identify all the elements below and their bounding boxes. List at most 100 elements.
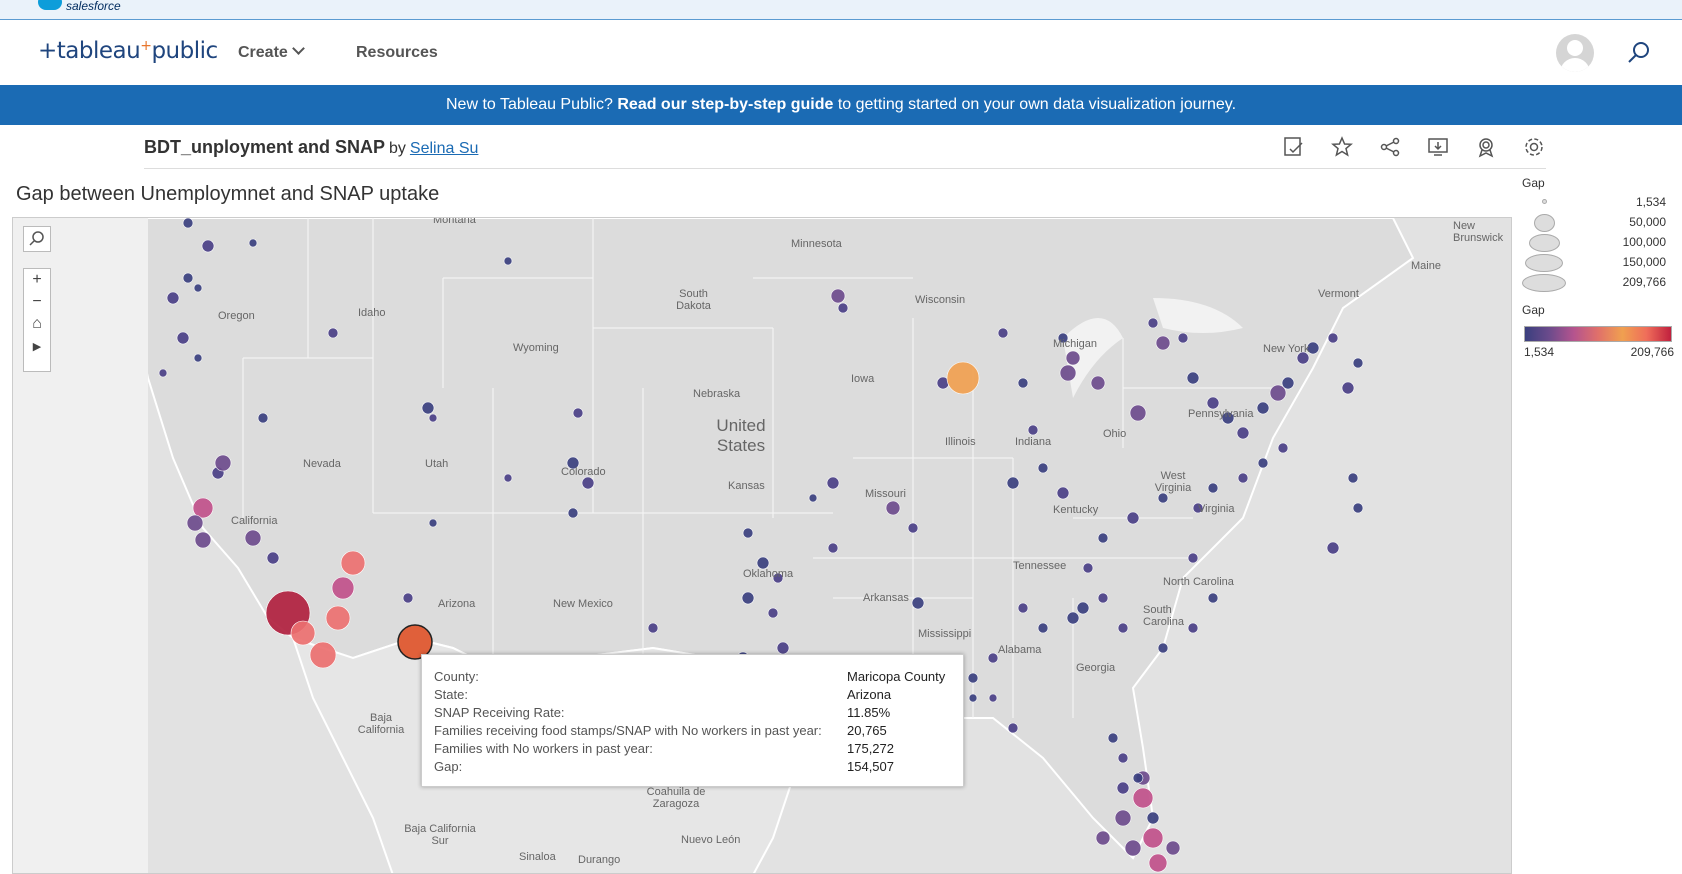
county-circle[interactable] bbox=[428, 518, 438, 528]
county-circle[interactable] bbox=[182, 218, 194, 229]
county-circle[interactable] bbox=[1114, 809, 1132, 827]
county-circle[interactable] bbox=[194, 531, 212, 549]
county-circle[interactable] bbox=[742, 527, 754, 539]
county-circle[interactable] bbox=[1327, 332, 1339, 344]
county-circle[interactable] bbox=[1095, 830, 1111, 846]
county-circle[interactable] bbox=[257, 412, 269, 424]
county-circle[interactable] bbox=[176, 331, 190, 345]
zoom-out-button[interactable]: − bbox=[24, 291, 50, 313]
award-icon[interactable] bbox=[1474, 135, 1498, 159]
county-circle[interactable] bbox=[1347, 472, 1359, 484]
county-circle[interactable] bbox=[428, 413, 438, 423]
county-circle[interactable] bbox=[309, 641, 337, 669]
county-circle[interactable] bbox=[1107, 732, 1119, 744]
county-circle[interactable] bbox=[402, 592, 414, 604]
county-circle[interactable] bbox=[1186, 371, 1200, 385]
county-circle[interactable] bbox=[1037, 462, 1049, 474]
county-circle[interactable] bbox=[1117, 752, 1129, 764]
zoom-in-button[interactable]: + bbox=[24, 269, 50, 291]
county-circle[interactable] bbox=[1126, 511, 1140, 525]
download-icon[interactable] bbox=[1426, 135, 1450, 159]
county-circle[interactable] bbox=[248, 238, 258, 248]
edit-icon[interactable] bbox=[1282, 135, 1306, 159]
county-circle[interactable] bbox=[1207, 482, 1219, 494]
county-circle[interactable] bbox=[826, 476, 840, 490]
county-circle[interactable] bbox=[968, 693, 978, 703]
county-circle[interactable] bbox=[186, 514, 204, 532]
county-circle[interactable] bbox=[837, 302, 849, 314]
county-circle[interactable] bbox=[1177, 332, 1189, 344]
county-circle[interactable] bbox=[1097, 592, 1109, 604]
county-circle[interactable] bbox=[741, 591, 755, 605]
county-circle[interactable] bbox=[1097, 532, 1109, 544]
county-circle[interactable] bbox=[776, 641, 790, 655]
county-circle[interactable] bbox=[1056, 486, 1070, 500]
county-circle[interactable] bbox=[1076, 601, 1090, 615]
county-circle[interactable] bbox=[1352, 357, 1364, 369]
share-icon[interactable] bbox=[1378, 135, 1402, 159]
county-circle[interactable] bbox=[1017, 377, 1029, 389]
county-circle[interactable] bbox=[1147, 317, 1159, 329]
author-link[interactable]: Selina Su bbox=[410, 140, 479, 157]
county-circle[interactable] bbox=[1065, 350, 1081, 366]
county-circle[interactable] bbox=[988, 693, 998, 703]
county-circle[interactable] bbox=[166, 291, 180, 305]
county-circle[interactable] bbox=[244, 529, 262, 547]
county-circle[interactable] bbox=[1059, 364, 1077, 382]
county-circle[interactable] bbox=[1148, 853, 1168, 873]
county-circle[interactable] bbox=[1066, 611, 1080, 625]
county-circle[interactable] bbox=[1116, 781, 1130, 795]
county-circle[interactable] bbox=[567, 507, 579, 519]
county-circle[interactable] bbox=[907, 522, 919, 534]
county-circle[interactable] bbox=[1017, 602, 1029, 614]
county-circle[interactable] bbox=[193, 283, 203, 293]
county-circle[interactable] bbox=[1037, 622, 1049, 634]
county-circle[interactable] bbox=[1082, 562, 1094, 574]
county-circle[interactable] bbox=[1006, 476, 1020, 490]
county-circle[interactable] bbox=[1352, 502, 1364, 514]
county-circle[interactable] bbox=[1326, 541, 1340, 555]
county-circle[interactable] bbox=[1277, 442, 1289, 454]
county-circle[interactable] bbox=[767, 607, 779, 619]
county-circle[interactable] bbox=[1027, 424, 1039, 436]
county-circle[interactable] bbox=[1341, 381, 1355, 395]
county-circle[interactable] bbox=[1236, 426, 1250, 440]
county-circle[interactable] bbox=[647, 622, 659, 634]
county-circle[interactable] bbox=[1090, 375, 1106, 391]
county-circle[interactable] bbox=[1187, 552, 1199, 564]
county-circle[interactable] bbox=[327, 327, 339, 339]
county-circle[interactable] bbox=[503, 256, 513, 266]
county-circle[interactable] bbox=[503, 473, 513, 483]
county-circle[interactable] bbox=[1157, 492, 1169, 504]
home-icon[interactable]: ⌂ bbox=[24, 313, 50, 335]
county-circle[interactable] bbox=[266, 551, 280, 565]
county-circle[interactable] bbox=[1256, 401, 1270, 415]
county-circle[interactable] bbox=[340, 550, 366, 576]
county-circle[interactable] bbox=[1132, 772, 1144, 784]
nav-resources[interactable]: Resources bbox=[356, 44, 438, 62]
county-circle[interactable] bbox=[987, 652, 999, 664]
county-circle[interactable] bbox=[1129, 404, 1147, 422]
county-circle[interactable] bbox=[331, 576, 355, 600]
county-circle[interactable] bbox=[827, 542, 839, 554]
county-circle[interactable] bbox=[1132, 787, 1154, 809]
county-circle[interactable] bbox=[201, 239, 215, 253]
county-circle[interactable] bbox=[325, 605, 351, 631]
tableau-public-logo[interactable]: +tableau+public bbox=[38, 38, 218, 64]
county-circle[interactable] bbox=[1155, 335, 1171, 351]
county-circle[interactable] bbox=[290, 620, 316, 646]
nav-create[interactable]: Create bbox=[238, 42, 305, 62]
county-circle[interactable] bbox=[421, 401, 435, 415]
map-search-button[interactable] bbox=[23, 226, 51, 252]
county-circle[interactable] bbox=[1281, 376, 1295, 390]
county-circle[interactable] bbox=[1124, 839, 1142, 857]
county-circle[interactable] bbox=[1117, 622, 1129, 634]
county-circle[interactable] bbox=[182, 272, 194, 284]
star-icon[interactable] bbox=[1330, 135, 1354, 159]
county-circle[interactable] bbox=[1237, 472, 1249, 484]
search-icon[interactable] bbox=[1626, 40, 1652, 66]
banner-guide-link[interactable]: Read our step-by-step guide bbox=[617, 96, 833, 113]
gear-icon[interactable] bbox=[1522, 135, 1546, 159]
county-circle[interactable] bbox=[1257, 457, 1269, 469]
avatar[interactable] bbox=[1556, 34, 1594, 72]
